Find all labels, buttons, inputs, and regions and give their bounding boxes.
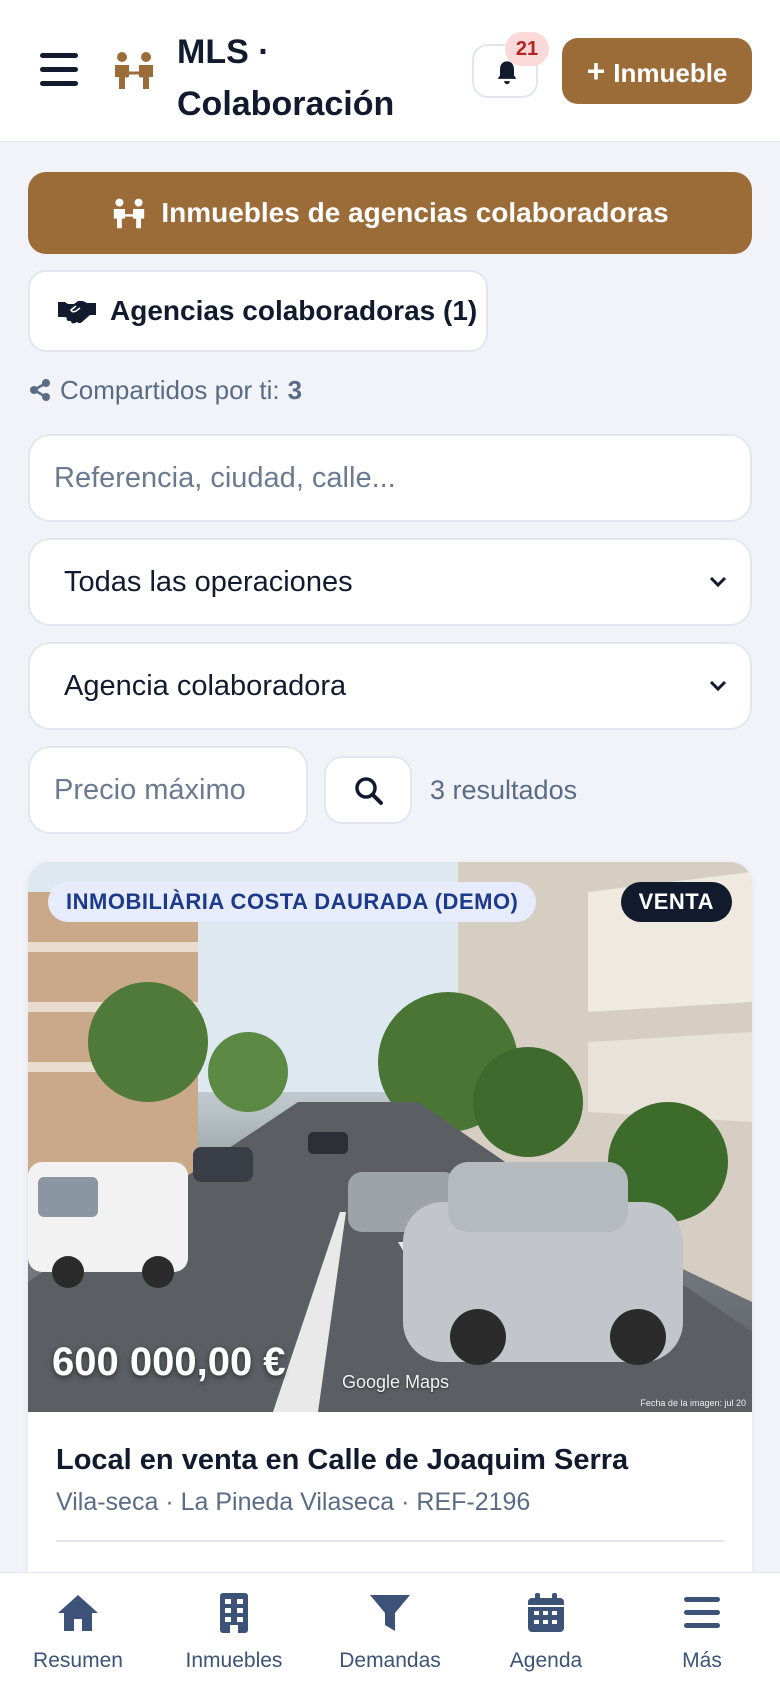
operation-select-value: Todas las operaciones [64, 566, 353, 598]
nav-item-agenda[interactable]: Agenda [468, 1573, 624, 1688]
bottom-navigation: Resumen Inmuebles Demandas Agenda Más [0, 1572, 780, 1688]
street-scene-image [28, 862, 752, 1412]
banner-label: Inmuebles de agencias colaboradoras [161, 197, 669, 228]
add-property-button[interactable]: + Inmueble [562, 38, 752, 104]
results-count: 3 resultados [430, 775, 578, 805]
menu-icon [684, 1597, 720, 1628]
listing-subtitle: Vila-seca · La Pineda Vilaseca · REF-219… [56, 1488, 531, 1516]
shared-count: 3 [287, 374, 303, 405]
nav-item-resumen[interactable]: Resumen [0, 1573, 156, 1688]
notification-count-badge: 21 [505, 32, 549, 66]
listing-price: 600 000,00 € [52, 1340, 286, 1384]
map-watermark: Google Maps [342, 1372, 450, 1392]
plus-icon: + [586, 53, 606, 89]
agencies-label: Agencias colaboradoras (1) [110, 295, 478, 326]
agency-select[interactable]: Agencia colaboradora [28, 642, 752, 730]
nav-label-agenda: Agenda [509, 1649, 583, 1672]
app-title: MLS · Colaboración [177, 33, 395, 123]
listing-card[interactable]: INMOBILIÀRIA COSTA DAURADA (DEMO) VENTA … [28, 862, 752, 1688]
nav-item-demandas[interactable]: Demandas [312, 1573, 468, 1688]
nav-label-demandas: Demandas [339, 1649, 441, 1672]
shared-label: Compartidos por ti: [60, 374, 280, 405]
nav-label-mas: Más [682, 1649, 722, 1672]
people-icon [114, 198, 145, 229]
building-icon [220, 1593, 248, 1633]
listing-title[interactable]: Local en venta en Calle de Joaquim Serra [56, 1444, 726, 1477]
top-header: MLS · Colaboración 21 + Inmueble [0, 0, 780, 142]
hamburger-menu-icon[interactable] [40, 53, 78, 87]
agency-select-value: Agencia colaboradora [64, 670, 347, 702]
nav-label-inmuebles: Inmuebles [185, 1649, 283, 1672]
handshake-icon [58, 301, 96, 324]
listing-photo[interactable]: INMOBILIÀRIA COSTA DAURADA (DEMO) VENTA … [28, 862, 752, 1412]
card-divider [56, 1540, 724, 1542]
chevron-down-icon [709, 576, 727, 588]
search-button[interactable] [324, 756, 412, 824]
nav-label-resumen: Resumen [33, 1649, 123, 1672]
collab-properties-banner[interactable]: Inmuebles de agencias colaboradoras [28, 172, 752, 254]
search-input[interactable] [28, 434, 752, 522]
collab-agencies-button[interactable]: Agencias colaboradoras (1) [28, 270, 488, 352]
calendar-icon [528, 1593, 564, 1632]
image-date: Fecha de la imagen: jul 20 [640, 1398, 746, 1408]
add-property-label: Inmueble [613, 58, 728, 88]
filter-icon [370, 1595, 410, 1631]
people-collab-icon [115, 52, 153, 89]
nav-item-mas[interactable]: Más [624, 1573, 780, 1688]
operation-select[interactable]: Todas las operaciones [28, 538, 752, 626]
home-icon [58, 1595, 98, 1631]
agency-tag: INMOBILIÀRIA COSTA DAURADA (DEMO) [48, 882, 537, 922]
nav-item-inmuebles[interactable]: Inmuebles [156, 1573, 312, 1688]
max-price-input[interactable] [28, 746, 308, 834]
chevron-down-icon [709, 680, 727, 692]
share-icon [30, 379, 50, 401]
operation-tag: VENTA [620, 882, 732, 922]
search-icon [355, 777, 383, 805]
shared-by-you: Compartidos por ti: 3 [28, 370, 302, 410]
